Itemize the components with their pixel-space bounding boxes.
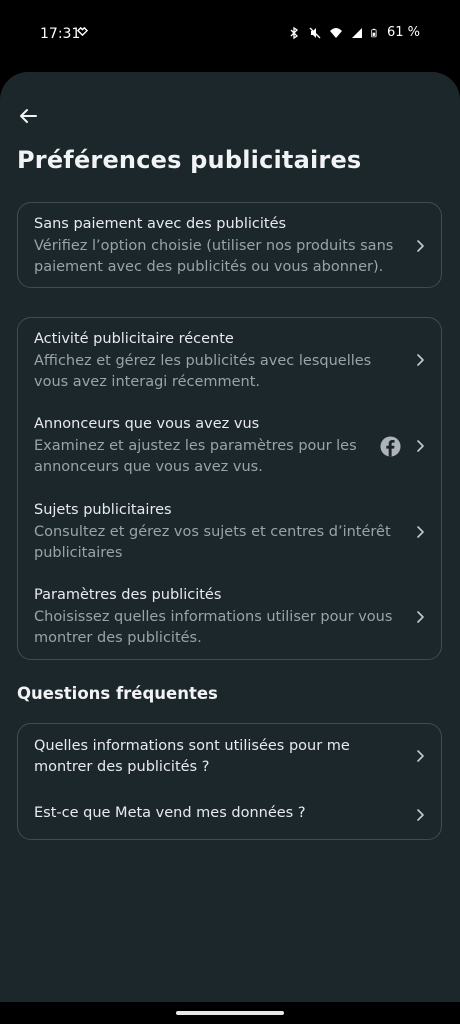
signal-heart-icon: [76, 26, 89, 40]
wifi-icon: [329, 27, 342, 38]
bluetooth-icon: [290, 26, 298, 39]
row-title: Sans paiement avec des publicités: [34, 216, 287, 232]
row-title: Paramètres des publicités: [34, 587, 222, 603]
ad-topics-row[interactable]: Sujets publicitaires Consultez et gérez …: [18, 490, 441, 576]
battery-icon: [371, 28, 377, 37]
row-description: Consultez et gérez vos sujets et centres…: [34, 524, 391, 561]
chevron-right-icon: [417, 809, 424, 821]
status-icons: 61 %: [287, 25, 420, 40]
row-title: Annonceurs que vous avez vus: [34, 416, 260, 432]
chevron-right-icon: [417, 750, 424, 762]
ad-settings-row[interactable]: Paramètres des publicités Choisissez que…: [18, 576, 441, 661]
row-title: Est-ce que Meta vend mes données ?: [34, 805, 306, 821]
navigation-bar: [0, 1002, 460, 1024]
arrow-left-icon: [20, 109, 37, 123]
cell-signal-icon: [351, 27, 362, 38]
chevron-right-icon: [417, 526, 424, 538]
chevron-right-icon: [417, 354, 424, 366]
payment-option-row[interactable]: Sans paiement avec des publicités Vérifi…: [18, 203, 441, 289]
chevron-right-icon: [417, 240, 424, 252]
chevron-right-icon: [417, 611, 424, 623]
row-title: Quelles informations sont utilisées pour…: [34, 738, 350, 775]
mute-icon: [309, 27, 321, 38]
faq-section-title: Questions fréquentes: [17, 684, 218, 703]
row-description: Affichez et gérez les publicités avec le…: [34, 353, 372, 390]
faq-item-row[interactable]: Quelles informations sont utilisées pour…: [18, 724, 441, 789]
faq-card: Quelles informations sont utilisées pour…: [17, 723, 442, 840]
faq-item-row[interactable]: Est-ce que Meta vend mes données ?: [18, 789, 441, 841]
ads-settings-card: Activité publicitaire récente Affichez e…: [17, 317, 442, 660]
status-time: 17:31: [40, 26, 81, 42]
back-button[interactable]: [16, 104, 40, 128]
recent-ad-activity-row[interactable]: Activité publicitaire récente Affichez e…: [18, 318, 441, 404]
row-description: Examinez et ajustez les paramètres pour …: [34, 438, 357, 475]
chevron-right-icon: [417, 440, 424, 452]
page-title: Préférences publicitaires: [17, 146, 362, 174]
row-title: Activité publicitaire récente: [34, 331, 234, 347]
battery-percent: 61 %: [386, 25, 420, 40]
row-description: Vérifiez l’option choisie (utiliser nos …: [34, 238, 394, 275]
status-bar: 17:31 61 %: [0, 0, 460, 68]
row-description: Choisissez quelles informations utiliser…: [34, 609, 393, 646]
payment-card: Sans paiement avec des publicités Vérifi…: [17, 202, 442, 288]
row-title: Sujets publicitaires: [34, 502, 172, 518]
facebook-icon: [380, 436, 401, 457]
advertisers-seen-row[interactable]: Annonceurs que vous avez vus Examinez et…: [18, 404, 441, 490]
home-indicator[interactable]: [176, 1011, 284, 1015]
